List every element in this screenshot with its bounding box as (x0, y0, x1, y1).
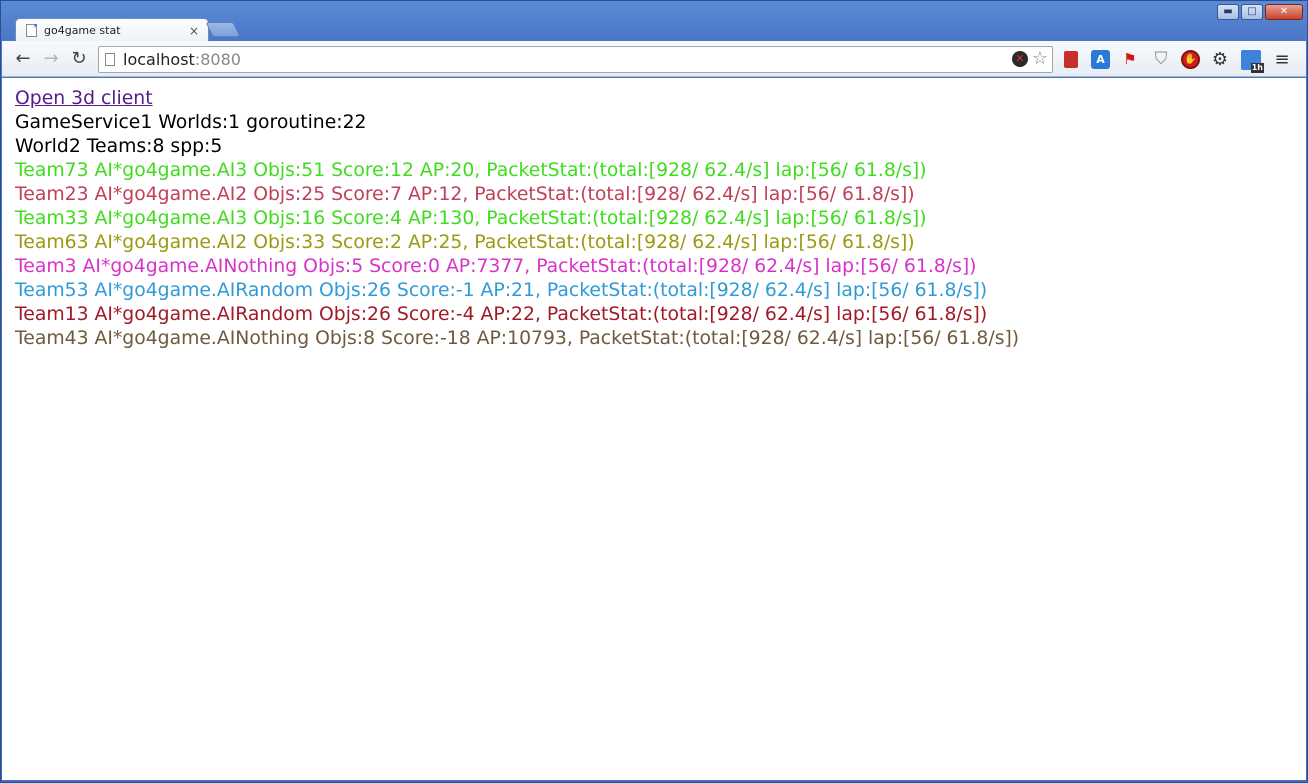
window-controls: ▬ □ ✕ (1217, 4, 1303, 20)
reload-button[interactable]: ↻ (66, 46, 92, 72)
team-line: Team23 AI*go4game.AI2 Objs:25 Score:7 AP… (15, 184, 915, 205)
url-host: localhost (123, 50, 195, 69)
forward-button[interactable]: → (38, 46, 64, 72)
extensions-area: A ⚑ ⛉ ✋ ⚙ 1h ≡ (1060, 46, 1293, 73)
team-line: Team53 AI*go4game.AIRandom Objs:26 Score… (15, 280, 988, 301)
page-icon (105, 53, 115, 66)
browser-toolbar: ← → ↻ localhost :8080 ✕ ☆ A ⚑ ⛉ ✋ ⚙ 1h ≡ (2, 41, 1306, 77)
page-icon (26, 24, 37, 37)
team-line: Team3 AI*go4game.AINothing Objs:5 Score:… (15, 256, 977, 277)
translate-icon[interactable]: A (1091, 50, 1110, 69)
stats-content: Open 3d client GameService1 Worlds:1 gor… (15, 87, 1019, 351)
team-line: Team73 AI*go4game.AI3 Objs:51 Score:12 A… (15, 160, 927, 181)
tab-close-icon[interactable]: × (186, 23, 202, 39)
menu-icon[interactable]: ≡ (1271, 49, 1293, 71)
world-line: World2 Teams:8 spp:5 (15, 136, 223, 157)
flag-icon[interactable]: ⚑ (1119, 49, 1141, 71)
team-line: Team43 AI*go4game.AINothing Objs:8 Score… (15, 328, 1020, 349)
address-bar[interactable]: localhost :8080 ✕ ☆ (98, 46, 1053, 73)
tab-go4game-stat[interactable]: go4game stat × (15, 18, 209, 42)
bookmark-star-icon[interactable]: ☆ (1032, 50, 1048, 68)
gear-icon[interactable]: ⚙ (1209, 49, 1231, 71)
address-bar-actions: ✕ ☆ (1011, 50, 1048, 68)
url-port: :8080 (194, 50, 241, 69)
open-3d-client-link[interactable]: Open 3d client (15, 87, 1019, 111)
shield-icon[interactable]: ⛉ (1150, 49, 1172, 71)
page-viewport: Open 3d client GameService1 Worlds:1 gor… (2, 78, 1306, 780)
browser-window: go4game stat × ▬ □ ✕ ← → ↻ localhost :80… (0, 0, 1308, 783)
maximize-button[interactable]: □ (1241, 4, 1263, 20)
team-line: Team63 AI*go4game.AI2 Objs:33 Score:2 AP… (15, 232, 915, 253)
blocked-content-icon[interactable]: ✕ (1011, 51, 1028, 67)
tab-strip: go4game stat × ▬ □ ✕ (1, 1, 1307, 42)
calendar-badge: 1h (1250, 62, 1264, 73)
back-button[interactable]: ← (10, 46, 36, 72)
minimize-button[interactable]: ▬ (1217, 4, 1239, 20)
adblock-icon[interactable]: ✋ (1181, 50, 1200, 69)
new-tab-button[interactable] (205, 22, 241, 37)
tab-title: go4game stat (44, 24, 121, 37)
extension-book-icon[interactable] (1060, 49, 1082, 71)
team-line: Team33 AI*go4game.AI3 Objs:16 Score:4 AP… (15, 208, 927, 229)
team-line: Team13 AI*go4game.AIRandom Objs:26 Score… (15, 304, 988, 325)
service-line: GameService1 Worlds:1 goroutine:22 (15, 112, 367, 133)
close-window-button[interactable]: ✕ (1265, 4, 1303, 20)
calendar-icon[interactable]: 1h (1240, 49, 1264, 73)
